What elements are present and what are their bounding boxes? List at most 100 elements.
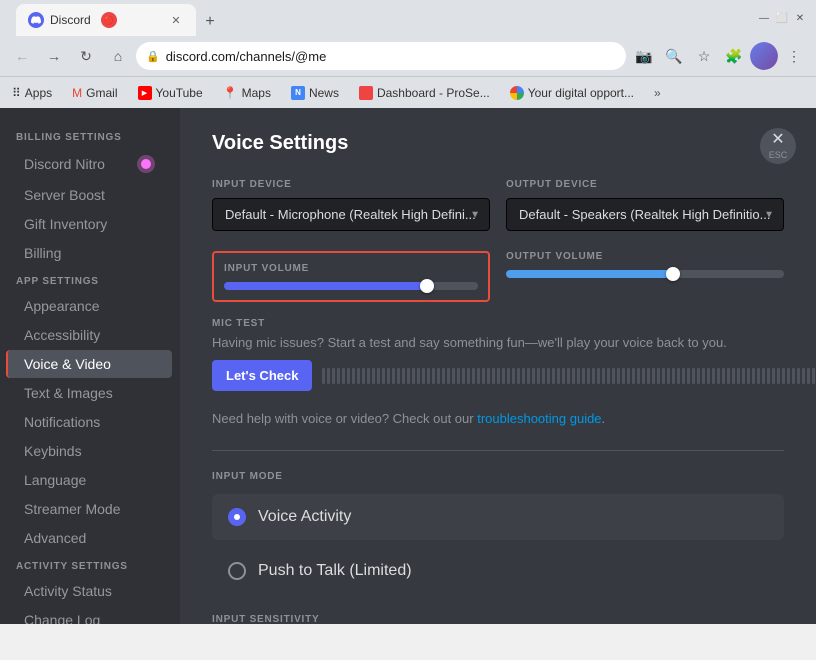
app-header: APP SETTINGS: [0, 268, 180, 291]
input-device-select[interactable]: Default - Microphone (Realtek High Defin…: [212, 198, 490, 231]
voice-activity-option[interactable]: Voice Activity: [212, 494, 784, 540]
output-volume-label: OUTPUT VOLUME: [506, 251, 784, 262]
extensions-button[interactable]: 🧩: [720, 42, 748, 70]
search-button[interactable]: 🔍: [660, 42, 688, 70]
bookmark-youtube[interactable]: ▶ YouTube: [134, 84, 207, 102]
output-volume-slider[interactable]: [506, 270, 784, 278]
sidebar-item-streamer[interactable]: Streamer Mode: [8, 495, 172, 523]
vis-bar: [722, 368, 725, 384]
browser-tab[interactable]: Discord 🔴 ✕: [16, 4, 196, 36]
close-window-button[interactable]: ✕: [792, 10, 808, 26]
sidebar-item-language[interactable]: Language: [8, 466, 172, 494]
output-volume-thumb[interactable]: [666, 267, 680, 281]
menu-button[interactable]: ⋮: [780, 42, 808, 70]
output-device-label: OUTPUT DEVICE: [506, 179, 784, 190]
settings-sidebar: BILLING SETTINGS Discord Nitro Server Bo…: [0, 108, 180, 624]
push-to-talk-radio[interactable]: [228, 562, 246, 580]
sidebar-item-accessibility[interactable]: Accessibility: [8, 321, 172, 349]
vis-bar: [442, 368, 445, 384]
tab-audio-icon: 🔴: [101, 12, 117, 28]
sidebar-item-label: Activity Status: [24, 583, 112, 599]
sidebar-item-notifications[interactable]: Notifications: [8, 408, 172, 436]
vis-bar: [542, 368, 545, 384]
sidebar-item-label: Gift Inventory: [24, 216, 107, 232]
sidebar-item-boost[interactable]: Server Boost: [8, 181, 172, 209]
sidebar-item-text-images[interactable]: Text & Images: [8, 379, 172, 407]
sidebar-item-activity-status[interactable]: Activity Status: [8, 577, 172, 605]
tab-close-button[interactable]: ✕: [168, 12, 184, 28]
star-button[interactable]: ☆: [690, 42, 718, 70]
bookmark-news[interactable]: N News: [287, 84, 343, 102]
bookmark-apps[interactable]: ⠿ Apps: [8, 84, 56, 102]
input-volume-slider[interactable]: [224, 282, 478, 290]
vis-bar: [492, 368, 495, 384]
mic-test-label: MIC TEST: [212, 318, 784, 329]
home-button[interactable]: ⌂: [104, 42, 132, 70]
sidebar-item-appearance[interactable]: Appearance: [8, 292, 172, 320]
sidebar-item-label: Advanced: [24, 530, 86, 546]
vis-bar: [612, 368, 615, 384]
vis-bar: [437, 368, 440, 384]
vis-bar: [657, 368, 660, 384]
vis-bar: [362, 368, 365, 384]
forward-button[interactable]: →: [40, 42, 68, 70]
reload-button[interactable]: ↻: [72, 42, 100, 70]
sidebar-item-billing[interactable]: Billing: [8, 239, 172, 267]
vis-bar: [347, 368, 350, 384]
troubleshooting-link[interactable]: troubleshooting guide: [477, 411, 601, 426]
bookmark-label: Maps: [242, 86, 271, 100]
sidebar-item-keybinds[interactable]: Keybinds: [8, 437, 172, 465]
vis-bar: [412, 368, 415, 384]
input-volume-group: INPUT VOLUME: [212, 251, 490, 302]
camera-button[interactable]: 📷: [630, 42, 658, 70]
device-selectors-row: INPUT DEVICE Default - Microphone (Realt…: [212, 179, 784, 231]
voice-activity-radio[interactable]: [228, 508, 246, 526]
bookmark-label: Apps: [25, 86, 52, 100]
bookmark-label: Gmail: [86, 86, 117, 100]
vis-bar: [667, 368, 670, 384]
lets-check-button[interactable]: Let's Check: [212, 360, 312, 391]
bookmark-gmail[interactable]: M Gmail: [68, 84, 121, 102]
vis-bar: [452, 368, 455, 384]
output-device-select-wrap: Default - Speakers (Realtek High Definit…: [506, 198, 784, 231]
vis-bar: [717, 368, 720, 384]
bookmark-dashboard[interactable]: Dashboard - ProSe...: [355, 84, 494, 102]
vis-bar: [812, 368, 815, 384]
sidebar-item-gift[interactable]: Gift Inventory: [8, 210, 172, 238]
sidebar-item-voice-video[interactable]: Voice & Video: [6, 350, 172, 378]
maximize-button[interactable]: ⬜: [774, 10, 790, 26]
output-device-group: OUTPUT DEVICE Default - Speakers (Realte…: [506, 179, 784, 231]
vis-bar: [432, 368, 435, 384]
vis-bar: [322, 368, 325, 384]
input-sensitivity-label: INPUT SENSITIVITY: [212, 614, 784, 624]
input-volume-thumb[interactable]: [420, 279, 434, 293]
address-bar[interactable]: 🔒 discord.com/channels/@me: [136, 42, 626, 70]
more-bookmarks[interactable]: »: [654, 86, 661, 100]
sidebar-item-label: Billing: [24, 245, 61, 261]
vis-bar: [402, 368, 405, 384]
vis-bar: [692, 368, 695, 384]
vis-bar: [757, 368, 760, 384]
tab-title: Discord: [50, 13, 91, 27]
input-mode-section: INPUT MODE Voice Activity Push to Talk (…: [212, 471, 784, 594]
new-tab-button[interactable]: +: [196, 8, 224, 36]
vis-bar: [672, 368, 675, 384]
vis-bar: [747, 368, 750, 384]
profile-avatar[interactable]: [750, 42, 778, 70]
sidebar-item-nitro[interactable]: Discord Nitro: [8, 148, 172, 180]
news-favicon: N: [291, 86, 305, 100]
push-to-talk-option[interactable]: Push to Talk (Limited): [212, 548, 784, 594]
sidebar-item-advanced[interactable]: Advanced: [8, 524, 172, 552]
vis-bar: [482, 368, 485, 384]
bookmark-maps[interactable]: 📍 Maps: [219, 84, 275, 102]
output-device-select[interactable]: Default - Speakers (Realtek High Definit…: [506, 198, 784, 231]
mic-test-description: Having mic issues? Start a test and say …: [212, 335, 784, 350]
google-favicon: [510, 86, 524, 100]
input-volume-label: INPUT VOLUME: [224, 263, 478, 274]
back-button[interactable]: ←: [8, 42, 36, 70]
bookmark-google[interactable]: Your digital opport...: [506, 84, 638, 102]
minimize-button[interactable]: —: [756, 10, 772, 26]
sidebar-item-changelog[interactable]: Change Log: [8, 606, 172, 624]
close-settings-button[interactable]: ✕ ESC: [760, 128, 796, 164]
help-text-suffix: .: [602, 411, 606, 426]
